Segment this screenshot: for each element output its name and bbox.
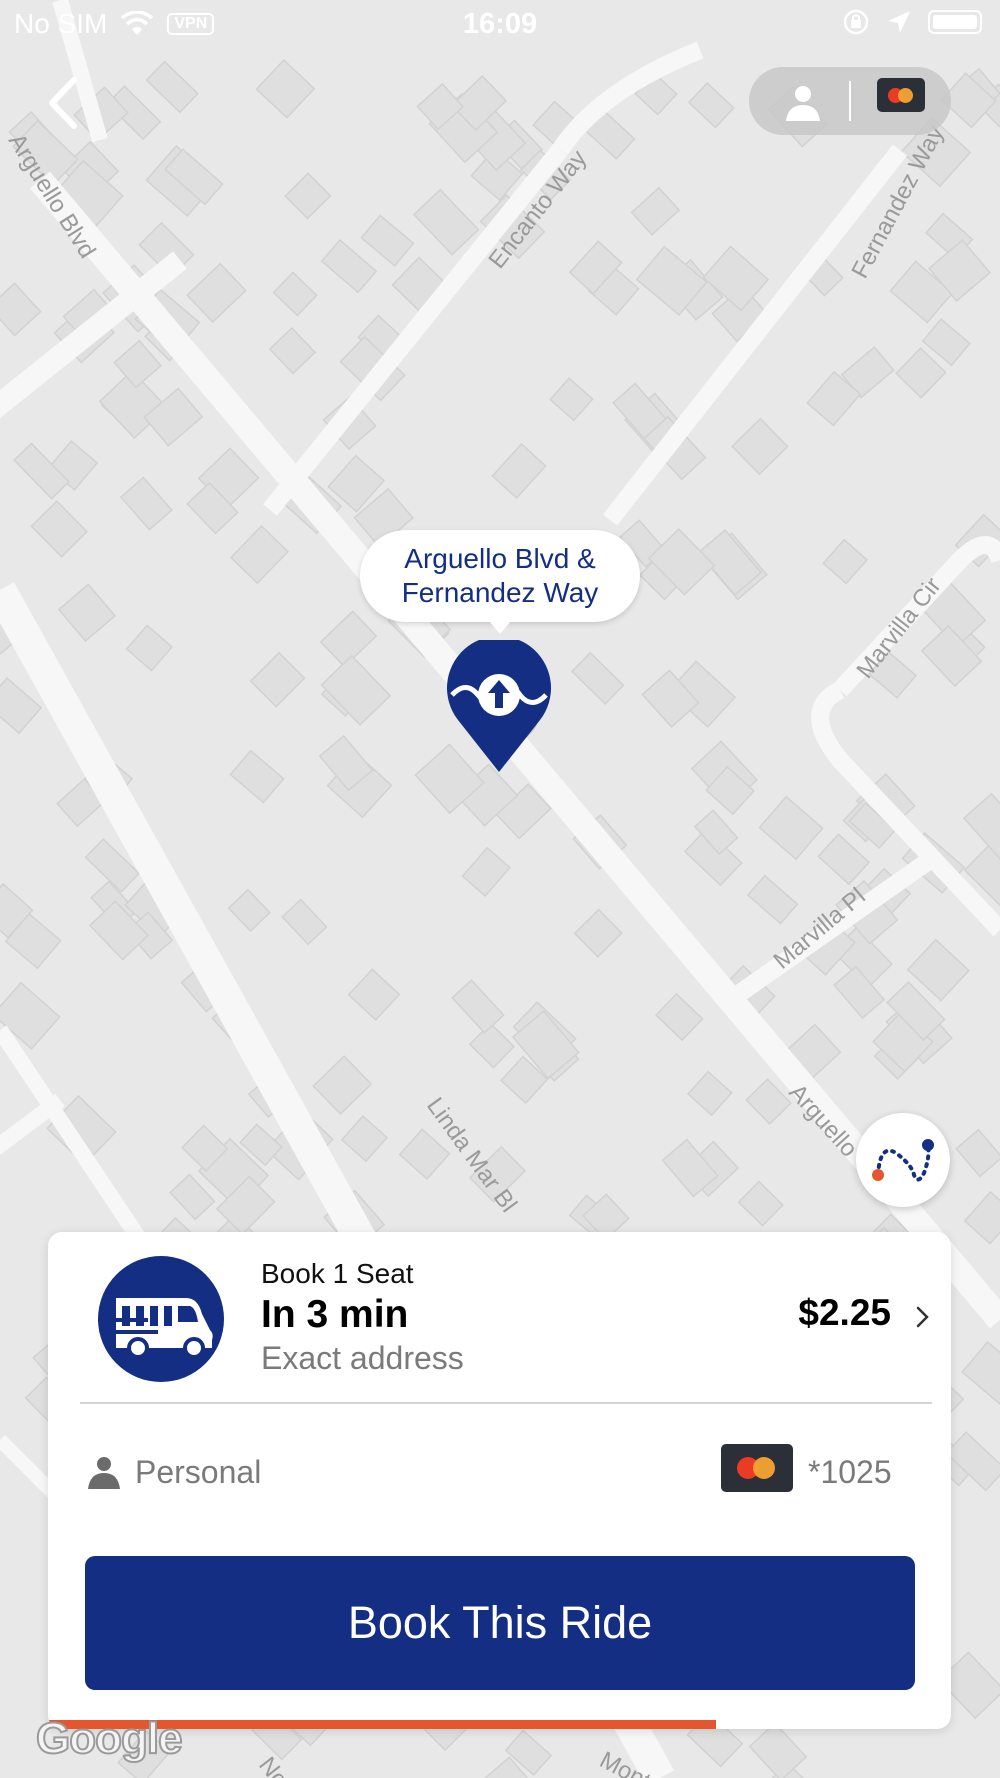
orientation-lock-icon	[843, 9, 869, 35]
mastercard-icon[interactable]	[721, 1444, 793, 1492]
status-bar: No SIM VPN 16:09	[0, 0, 1000, 50]
ride-option-row[interactable]: Book 1 Seat In 3 min Exact address $2.25	[48, 1232, 951, 1402]
pill-divider	[849, 81, 851, 121]
divider	[80, 1402, 932, 1404]
profile-selector[interactable]: Personal	[135, 1454, 261, 1491]
chevron-right-icon	[916, 1306, 929, 1328]
book-ride-button[interactable]: Book This Ride	[85, 1556, 915, 1690]
ride-price: $2.25	[798, 1292, 891, 1333]
booking-progress-bar	[48, 1720, 951, 1729]
route-button[interactable]	[856, 1113, 950, 1207]
pickup-label-line2: Fernandez Way	[401, 577, 599, 608]
ride-booking-sheet: Book 1 Seat In 3 min Exact address $2.25…	[48, 1232, 951, 1729]
location-arrow-icon	[888, 11, 910, 33]
back-button[interactable]	[38, 68, 88, 138]
shuttle-van-icon	[98, 1256, 224, 1382]
seat-count-label: Book 1 Seat	[261, 1258, 414, 1289]
address-type-label: Exact address	[261, 1340, 464, 1376]
mastercard-icon[interactable]	[877, 78, 925, 112]
profile-payment-row: Personal *1025	[48, 1444, 951, 1504]
eta-label: In 3 min	[261, 1293, 409, 1336]
pickup-location-label: Arguello Blvd & Fernandez Way	[360, 530, 640, 634]
user-icon[interactable]	[783, 83, 823, 123]
chevron-left-icon	[49, 77, 77, 129]
route-icon	[872, 1139, 934, 1182]
profile-payment-pill[interactable]	[749, 67, 951, 135]
pickup-label-line1: Arguello Blvd &	[404, 543, 596, 574]
google-attribution: Google	[35, 1713, 184, 1764]
battery-icon	[928, 10, 982, 34]
pickup-pin-icon[interactable]	[444, 640, 559, 780]
payment-card-number[interactable]: *1025	[808, 1454, 892, 1491]
user-icon	[88, 1457, 120, 1489]
